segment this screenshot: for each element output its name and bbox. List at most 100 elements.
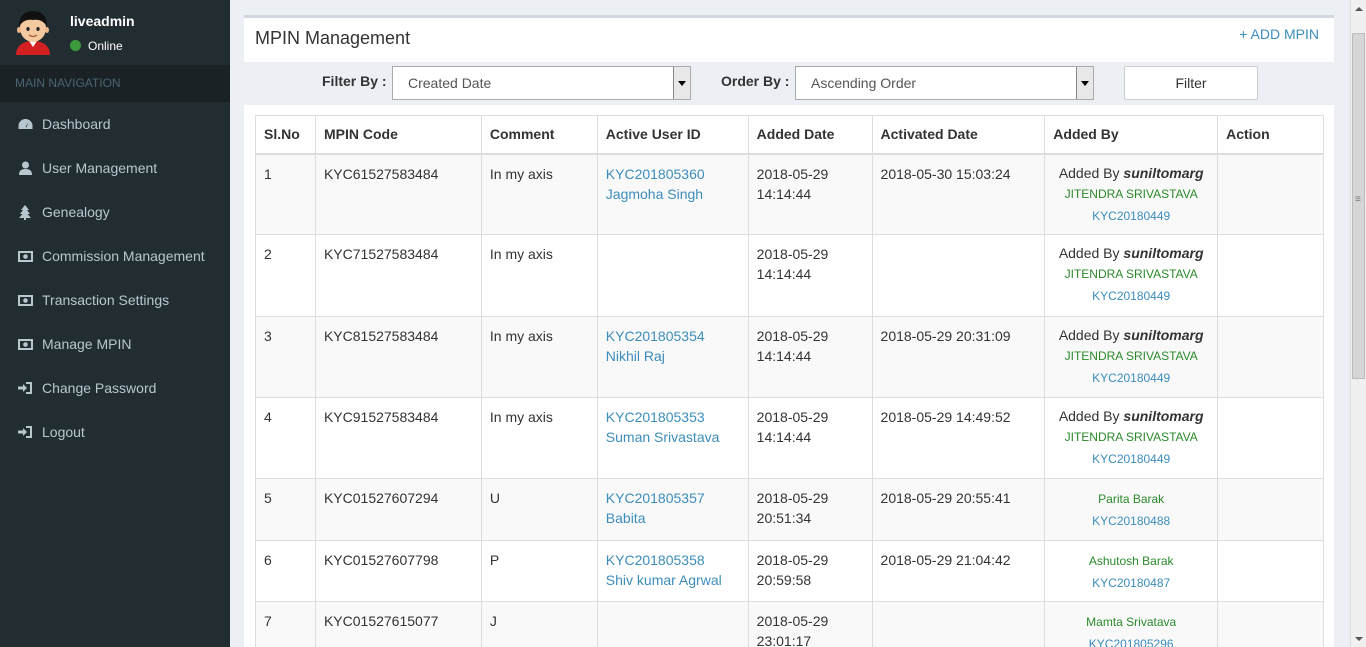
cell-active-user: KYC201805358 Shiv kumar Agrwal bbox=[596, 540, 749, 602]
cell-comment: In my axis bbox=[480, 153, 598, 235]
active-user-id-link[interactable]: KYC201805357 bbox=[606, 488, 740, 508]
user-status: Online bbox=[70, 39, 123, 53]
table-row: 1 KYC61527583484 In my axis KYC201805360 Jag… bbox=[255, 153, 1324, 235]
cell-mpin-code: KYC61527583484 bbox=[314, 153, 482, 235]
order-by-label: Order By : bbox=[721, 73, 790, 89]
cell-action bbox=[1217, 234, 1324, 317]
mpin-table: Sl.No MPIN Code Comment Active User ID A… bbox=[255, 115, 1324, 647]
table-row: 5 KYC01527607294 U KYC201805357 Babita 2018-0… bbox=[255, 478, 1324, 541]
active-user-id-link[interactable]: KYC201805354 bbox=[606, 326, 740, 346]
main-content: MPIN Management + ADD MPIN Filter By : C… bbox=[230, 0, 1350, 647]
money-icon bbox=[17, 249, 33, 263]
active-user-name-link[interactable]: Suman Srivastava bbox=[606, 427, 740, 447]
added-by-id[interactable]: KYC201805296 bbox=[1053, 633, 1209, 647]
cell-added-by: Added By suniltomarg JITENDRA SRIVASTAVA K… bbox=[1044, 153, 1219, 235]
cell-active-user: KYC201805360 Jagmoha Singh bbox=[596, 153, 749, 235]
sidebar-item-genealogy[interactable]: Genealogy bbox=[0, 190, 230, 234]
cell-sl-no: 7 bbox=[255, 601, 316, 647]
scroll-up-arrow-icon[interactable] bbox=[1351, 0, 1366, 17]
added-time: 14:14:44 bbox=[756, 348, 812, 364]
cell-comment: J bbox=[480, 601, 598, 647]
cell-added-date: 2018-05-29 23:01:17 bbox=[747, 601, 873, 647]
added-by-id[interactable]: KYC20180449 bbox=[1053, 285, 1209, 307]
added-by-prefix: Added By bbox=[1058, 245, 1124, 261]
sign-in-icon bbox=[17, 425, 33, 439]
money-icon bbox=[17, 337, 33, 351]
added-by-name: Parita Barak bbox=[1098, 492, 1165, 506]
cell-comment: U bbox=[480, 478, 598, 541]
cell-added-date: 2018-05-29 14:14:44 bbox=[747, 153, 873, 235]
active-user-name-link[interactable]: Babita bbox=[606, 508, 740, 528]
added-by-name: JITENDRA SRIVASTAVA bbox=[1064, 186, 1198, 201]
added-by-id[interactable]: KYC20180487 bbox=[1053, 572, 1209, 594]
cell-action bbox=[1217, 478, 1324, 541]
sidebar-item-change-password[interactable]: Change Password bbox=[0, 366, 230, 410]
tree-icon bbox=[17, 204, 33, 220]
sidebar-item-logout[interactable]: Logout bbox=[0, 410, 230, 454]
cell-added-by: Added By suniltomarg JITENDRA SRIVASTAVA K… bbox=[1044, 234, 1219, 317]
added-by-line: Added By suniltomarg bbox=[1053, 244, 1209, 263]
added-time: 14:14:44 bbox=[756, 185, 812, 202]
active-user-name-link[interactable]: Shiv kumar Agrwal bbox=[606, 570, 740, 590]
cell-mpin-code: KYC01527607294 bbox=[314, 478, 482, 541]
vertical-scrollbar[interactable] bbox=[1350, 0, 1366, 647]
active-user-id-link[interactable]: KYC201805358 bbox=[606, 550, 740, 570]
cell-comment: In my axis bbox=[480, 234, 598, 317]
active-user-id-link[interactable]: KYC201805360 bbox=[606, 164, 740, 184]
added-time: 23:01:17 bbox=[756, 633, 812, 647]
user-name: liveadmin bbox=[70, 13, 135, 29]
cell-sl-no: 5 bbox=[255, 478, 316, 541]
added-by-line: Added By suniltomarg bbox=[1053, 326, 1209, 345]
cell-comment: In my axis bbox=[480, 397, 598, 479]
online-status-icon bbox=[70, 40, 81, 51]
cell-activated-date: 2018-05-30 15:03:24 bbox=[871, 153, 1046, 235]
sidebar-item-commission-management[interactable]: Commission Management bbox=[0, 234, 230, 278]
cell-active-user bbox=[596, 601, 749, 647]
added-by-username: suniltomarg bbox=[1123, 408, 1204, 424]
active-user-name-link[interactable]: Jagmoha Singh bbox=[606, 184, 740, 204]
active-user-name-link[interactable]: Nikhil Raj bbox=[606, 346, 740, 366]
active-user-id-link[interactable]: KYC201805353 bbox=[606, 407, 740, 427]
column-header: Added Date bbox=[747, 115, 873, 155]
cell-mpin-code: KYC71527583484 bbox=[314, 234, 482, 317]
nav-header: MAIN NAVIGATION bbox=[0, 65, 230, 102]
cell-added-by: Mamta Srivatava KYC201805296 bbox=[1044, 601, 1219, 647]
sidebar-item-dashboard[interactable]: Dashboard bbox=[0, 102, 230, 146]
cell-activated-date: 2018-05-29 20:31:09 bbox=[871, 316, 1046, 398]
sidebar-item-transaction-settings[interactable]: Transaction Settings bbox=[0, 278, 230, 322]
cell-mpin-code: KYC01527607798 bbox=[314, 540, 482, 602]
cell-added-by: Ashutosh Barak KYC20180487 bbox=[1044, 540, 1219, 602]
sidebar-item-manage-mpin[interactable]: Manage MPIN bbox=[0, 322, 230, 366]
cell-active-user: KYC201805353 Suman Srivastava bbox=[596, 397, 749, 479]
user-panel: liveadmin Online bbox=[0, 0, 230, 65]
sidebar-item-label: Change Password bbox=[42, 380, 157, 396]
cell-sl-no: 6 bbox=[255, 540, 316, 602]
sidebar-item-label: Genealogy bbox=[42, 204, 110, 220]
cell-activated-date bbox=[871, 234, 1046, 317]
table-row: 4 KYC91527583484 In my axis KYC201805353 Sum… bbox=[255, 397, 1324, 479]
sidebar-item-user-management[interactable]: User Management bbox=[0, 146, 230, 190]
filter-by-select[interactable]: Created Date bbox=[392, 66, 691, 100]
cell-sl-no: 1 bbox=[255, 153, 316, 235]
added-by-id[interactable]: KYC20180488 bbox=[1053, 510, 1209, 532]
added-date: 2018-05-29 bbox=[756, 328, 829, 344]
added-by-id[interactable]: KYC20180449 bbox=[1053, 448, 1209, 470]
added-time: 14:14:44 bbox=[756, 429, 812, 445]
added-by-id[interactable]: KYC20180449 bbox=[1053, 205, 1209, 227]
filter-button[interactable]: Filter bbox=[1124, 66, 1258, 100]
column-header: Action bbox=[1217, 115, 1324, 155]
cell-mpin-code: KYC01527615077 bbox=[314, 601, 482, 647]
added-by-id[interactable]: KYC20180449 bbox=[1053, 367, 1209, 389]
add-mpin-link[interactable]: + ADD MPIN bbox=[1239, 26, 1319, 42]
added-date: 2018-05-29 bbox=[756, 165, 829, 182]
scroll-down-arrow-icon[interactable] bbox=[1351, 630, 1366, 647]
added-by-username: suniltomarg bbox=[1123, 164, 1204, 181]
order-by-select[interactable]: Ascending Order bbox=[795, 66, 1094, 100]
cell-sl-no: 4 bbox=[255, 397, 316, 479]
cell-activated-date: 2018-05-29 20:55:41 bbox=[871, 478, 1046, 541]
chevron-down-icon bbox=[1076, 67, 1093, 99]
column-header: MPIN Code bbox=[314, 115, 482, 155]
scrollbar-thumb[interactable] bbox=[1352, 33, 1365, 379]
table-row: 7 KYC01527615077 J 2018-05-29 23:01:17 Mamta … bbox=[255, 601, 1324, 647]
sidebar-item-label: Manage MPIN bbox=[42, 336, 132, 352]
